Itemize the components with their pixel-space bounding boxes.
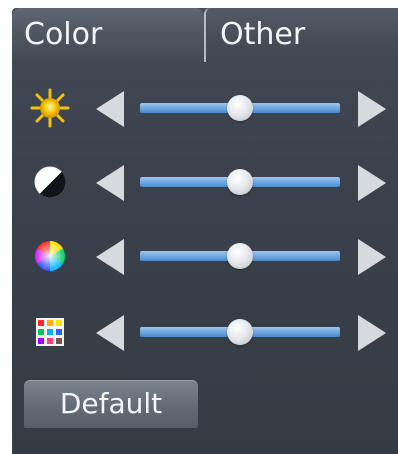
brightness-slider-thumb[interactable] bbox=[227, 95, 253, 121]
brightness-slider[interactable] bbox=[140, 95, 340, 121]
tab-bar: Color Other bbox=[12, 8, 398, 66]
contrast-icon bbox=[34, 166, 66, 198]
contrast-increase-arrow[interactable] bbox=[358, 165, 386, 201]
saturation-increase-arrow[interactable] bbox=[358, 239, 386, 275]
sun-icon bbox=[30, 88, 70, 128]
brightness-increase-arrow[interactable] bbox=[358, 91, 386, 127]
contrast-slider-thumb[interactable] bbox=[227, 169, 253, 195]
saturation-slider[interactable] bbox=[140, 243, 340, 269]
saturation-slider-thumb[interactable] bbox=[227, 243, 253, 269]
default-button[interactable]: Default bbox=[24, 380, 198, 428]
color-wheel-icon bbox=[34, 241, 66, 271]
hue-row bbox=[12, 302, 398, 362]
tab-color[interactable]: Color bbox=[12, 8, 204, 62]
brightness-decrease-arrow[interactable] bbox=[96, 91, 124, 127]
color-grid-icon bbox=[36, 318, 64, 346]
contrast-slider[interactable] bbox=[140, 169, 340, 195]
contrast-row bbox=[12, 152, 398, 212]
contrast-decrease-arrow[interactable] bbox=[96, 165, 124, 201]
hue-decrease-arrow[interactable] bbox=[96, 315, 124, 351]
saturation-decrease-arrow[interactable] bbox=[96, 239, 124, 275]
settings-panel: Color Other Default bbox=[12, 8, 398, 454]
saturation-row bbox=[12, 226, 398, 286]
tab-other[interactable]: Other bbox=[204, 8, 398, 62]
brightness-row bbox=[12, 78, 398, 138]
hue-slider[interactable] bbox=[140, 319, 340, 345]
hue-slider-thumb[interactable] bbox=[227, 319, 253, 345]
hue-increase-arrow[interactable] bbox=[358, 315, 386, 351]
